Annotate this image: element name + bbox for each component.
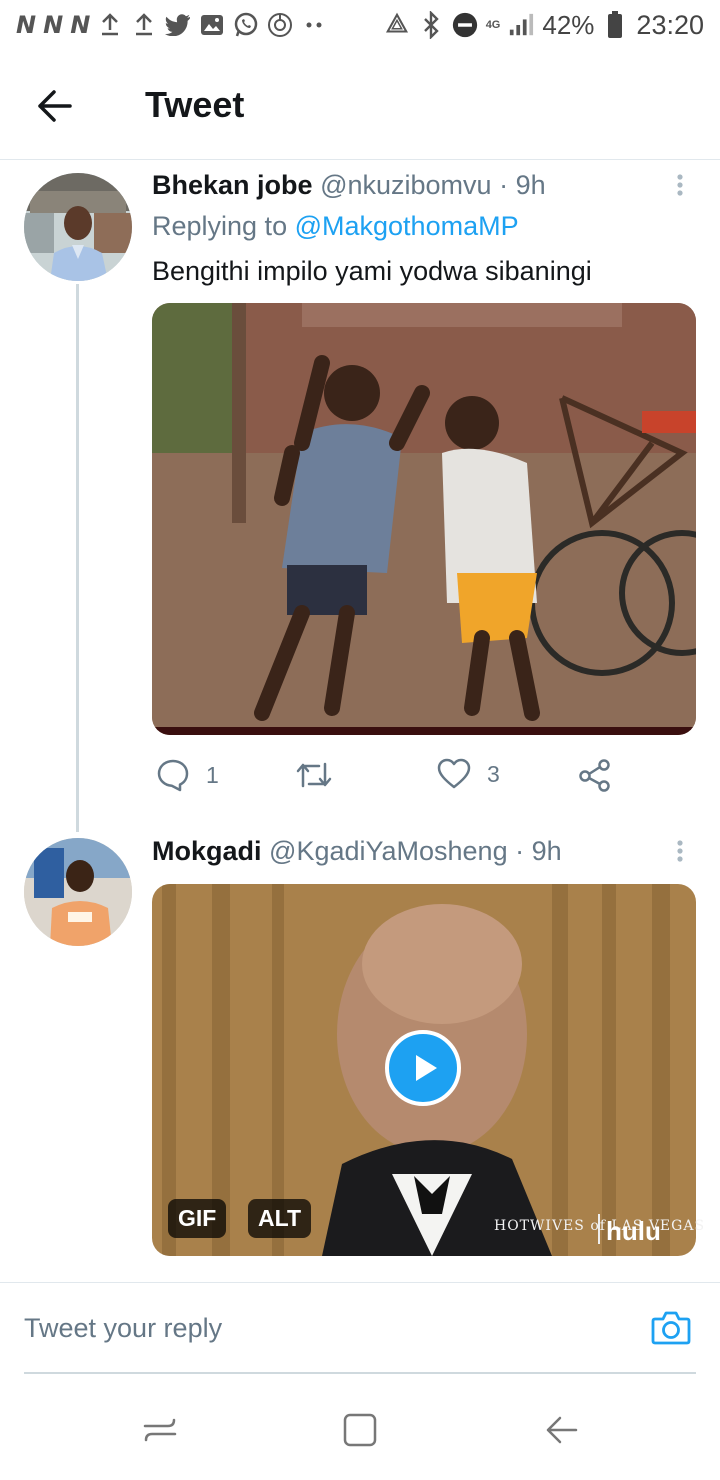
tweet-more-button[interactable]	[670, 836, 690, 876]
avatar[interactable]	[24, 838, 132, 946]
more-vertical-icon	[677, 840, 683, 862]
tweet-header: Bhekan jobe @nkuzibomvu · 9h	[152, 170, 546, 201]
more-vertical-icon	[677, 174, 683, 196]
reply-count: 1	[206, 761, 219, 788]
reply-mention-link[interactable]: @MakgothomaMP	[295, 211, 519, 241]
twitter-icon	[165, 12, 191, 38]
author-handle[interactable]: @KgadiYaMosheng	[269, 836, 508, 866]
top-app-bar: Tweet	[0, 52, 720, 160]
share-action[interactable]	[578, 758, 612, 792]
carrier-n-icon: N	[16, 11, 36, 39]
like-action[interactable]: 3	[437, 758, 500, 790]
replying-prefix: Replying to	[152, 211, 288, 241]
back-nav-icon	[546, 1416, 578, 1444]
battery-icon	[602, 11, 628, 38]
tweet-text: Bengithi impilo yami yodwa sibaningi	[152, 256, 592, 286]
system-navigation-bar	[0, 1380, 720, 1480]
home-button[interactable]	[340, 1410, 380, 1450]
retweet-action[interactable]	[295, 758, 349, 792]
watermark-divider	[598, 1214, 600, 1244]
recycle-icon	[384, 12, 410, 38]
tweet-media-image[interactable]	[152, 303, 696, 735]
clock: 23:20	[636, 9, 704, 40]
dots-icon	[301, 12, 327, 38]
camera-button[interactable]	[650, 1307, 692, 1349]
back-arrow-icon	[38, 90, 72, 122]
bluetooth-icon	[418, 11, 444, 39]
status-bar: N N N 4G 42% 23:20	[0, 0, 720, 52]
heart-icon	[437, 758, 471, 789]
carrier-n-icon: N	[70, 11, 90, 39]
upload-icon	[97, 12, 123, 38]
do-not-disturb-icon	[452, 12, 478, 38]
tweet-reply-input[interactable]	[24, 1305, 624, 1351]
network-type-label: 4G	[485, 18, 501, 31]
hulu-watermark: hulu	[606, 1216, 661, 1246]
play-icon	[416, 1055, 437, 1081]
whatsapp-icon	[233, 12, 259, 38]
camera-icon	[651, 1311, 691, 1345]
reply-icon	[157, 759, 189, 792]
gif-badge: GIF	[168, 1199, 227, 1238]
alt-text-button[interactable]: ALT	[248, 1199, 312, 1238]
signal-icon	[508, 12, 534, 38]
back-nav-button[interactable]	[542, 1410, 582, 1450]
tweet-more-button[interactable]	[670, 170, 690, 210]
home-icon	[343, 1413, 377, 1447]
meta-separator: ·	[515, 836, 525, 866]
share-icon	[579, 759, 610, 792]
recent-apps-button[interactable]	[140, 1410, 180, 1450]
thread-connector-line	[76, 284, 79, 832]
back-button[interactable]	[34, 84, 78, 128]
retweet-icon	[296, 762, 332, 788]
status-bar-right: 4G 42% 23:20	[384, 8, 704, 42]
play-button[interactable]	[385, 1030, 461, 1106]
kids-dancing-image	[152, 303, 696, 735]
upload-icon	[131, 12, 157, 38]
tweet-time[interactable]: 9h	[516, 170, 546, 200]
replying-to: Replying to @MakgothomaMP	[152, 211, 519, 242]
tweet-time[interactable]: 9h	[532, 836, 562, 866]
gallery-icon	[199, 12, 225, 38]
author-handle[interactable]: @nkuzibomvu	[320, 170, 491, 200]
status-bar-left: N N N	[16, 10, 327, 40]
reply-input-underline	[24, 1372, 696, 1374]
reply-composer	[0, 1282, 720, 1375]
page-title: Tweet	[145, 84, 245, 125]
battery-percent: 42%	[542, 9, 595, 40]
sync-icon	[267, 12, 293, 38]
reply-action[interactable]: 1	[156, 758, 219, 792]
recent-apps-icon	[143, 1418, 177, 1442]
tweet-header: Mokgadi @KgadiYaMosheng · 9h	[152, 836, 562, 867]
meta-separator: ·	[499, 170, 509, 200]
author-name[interactable]: Bhekan jobe	[152, 170, 313, 200]
carrier-n-icon: N	[43, 11, 63, 39]
like-count: 3	[487, 760, 500, 787]
author-name[interactable]: Mokgadi	[152, 836, 262, 866]
avatar[interactable]	[24, 173, 132, 281]
